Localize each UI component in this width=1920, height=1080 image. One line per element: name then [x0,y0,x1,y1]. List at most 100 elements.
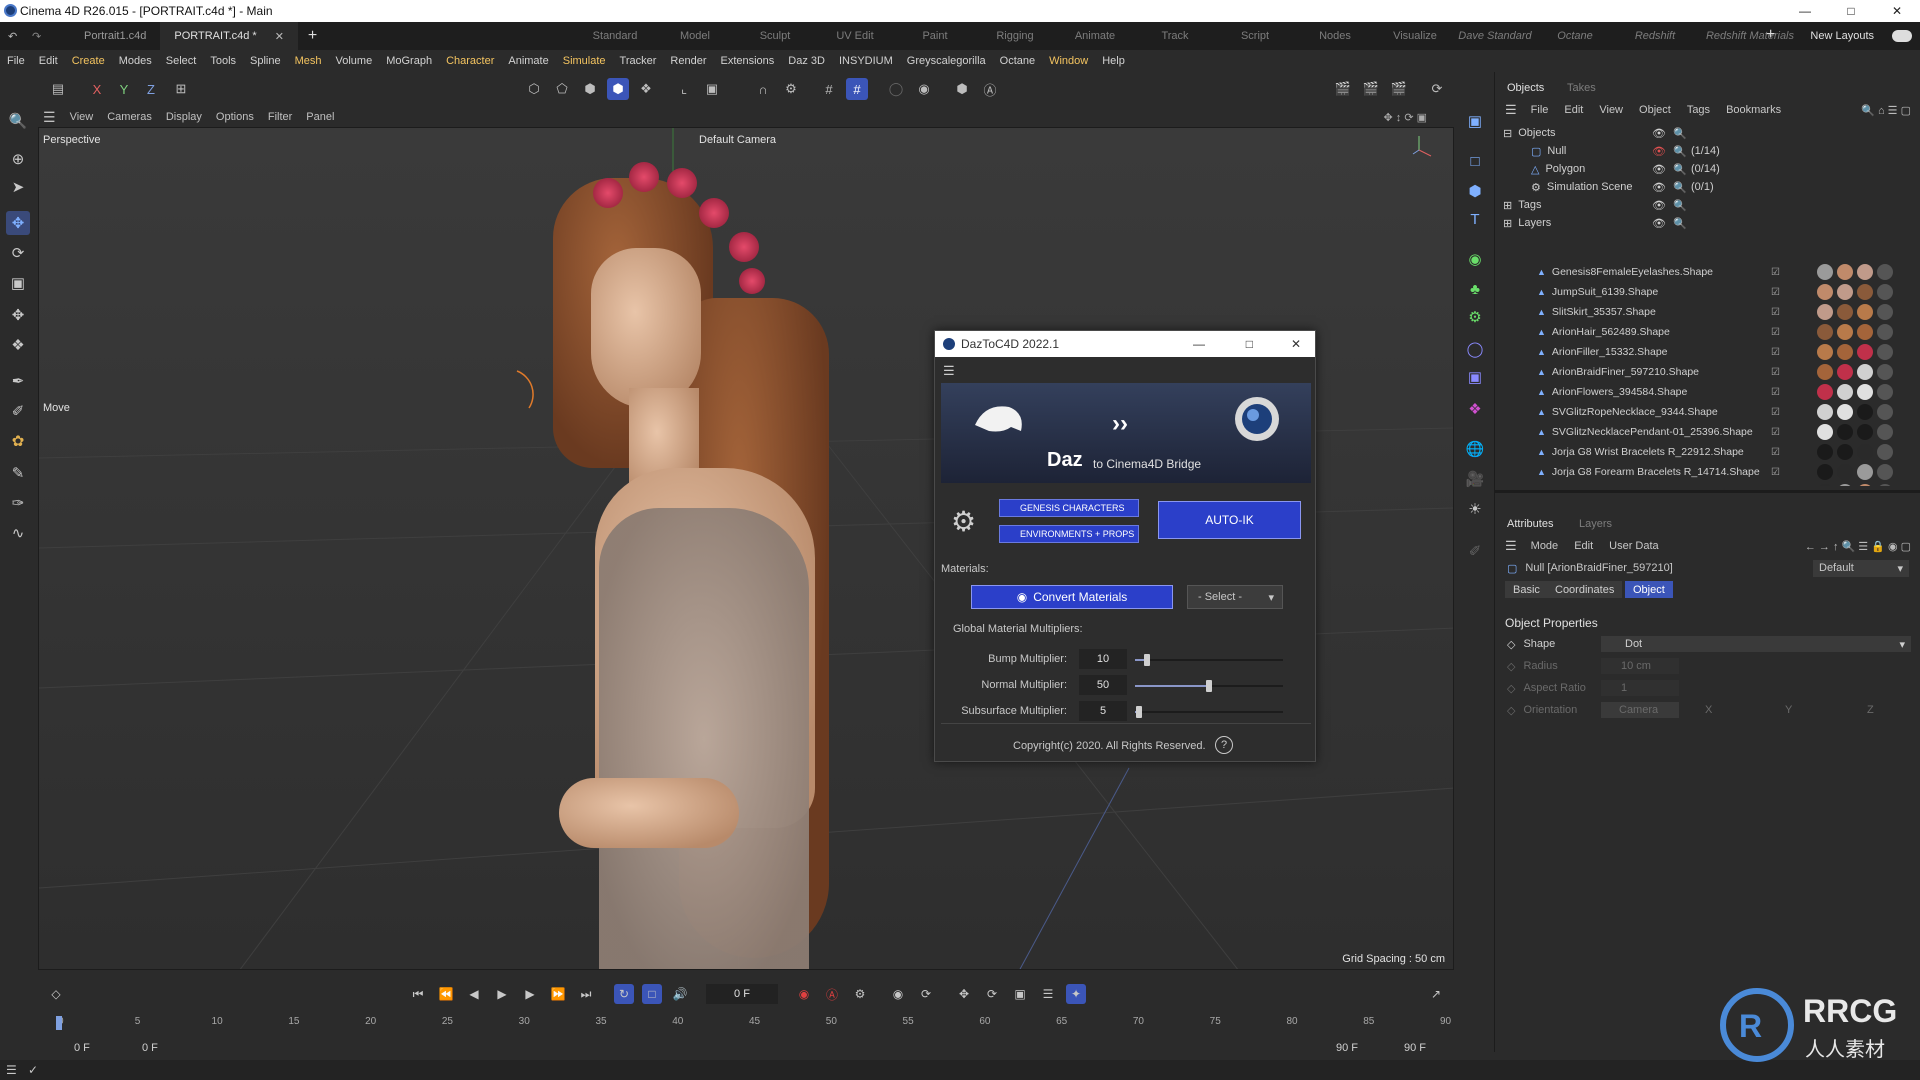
objects-search-icon[interactable]: 🔍 ⌂ ☰ ▢ [1861,104,1911,117]
objects-menu-file[interactable]: File [1531,104,1549,116]
attributes-preset-select[interactable]: Default ▾ [1813,559,1909,577]
menu-render[interactable]: Render [663,55,713,67]
multiplier-value-field[interactable]: 50 [1079,675,1127,695]
genesis-characters-button[interactable]: GENESIS CHARACTERS [999,499,1139,517]
material-tag-icon[interactable] [1877,484,1893,486]
material-tag-icon[interactable] [1817,384,1833,400]
viewport-layout-icon[interactable]: ▣ [1463,109,1487,133]
tree-null[interactable]: ▢ Null 👁 🔍 (1/14) [1495,142,1920,160]
prop-orientation[interactable]: ◇ Orientation Camera X Y Z [1495,701,1920,719]
attributes-nav-icons[interactable]: ← → ↑ 🔍 ☰ 🔒 ◉ ▢ [1805,540,1911,553]
prop-radius[interactable]: ◇ Radius 10 cm [1495,657,1920,675]
redshift-icon[interactable]: ⬢ [951,78,973,100]
tree-layers[interactable]: ⊞ Layers 👁 🔍 [1495,214,1920,232]
multiplier-value-field[interactable]: 5 [1079,701,1127,721]
move-tool-icon[interactable]: ✥ [6,211,30,235]
material-tag-icon[interactable] [1877,384,1893,400]
dialog-close-icon[interactable]: ✕ [1291,337,1301,351]
material-tag-icon[interactable] [1877,404,1893,420]
objects-menu-bookmarks[interactable]: Bookmarks [1726,104,1781,116]
octane-icon[interactable]: Ⓐ [979,78,1001,100]
cube-primitive-icon[interactable]: □ [1463,149,1487,173]
objects-menu-tags[interactable]: Tags [1687,104,1710,116]
layer-checkbox-icon[interactable]: ☑ [1771,467,1780,478]
visibility-eye-icon[interactable]: 👁 [1652,127,1666,140]
tab-takes[interactable]: Takes [1567,82,1596,94]
layer-checkbox-icon[interactable]: ☑ [1771,447,1780,458]
layer-checkbox-icon[interactable]: ☑ [1771,367,1780,378]
menu-greyscalegorilla[interactable]: Greyscalegorilla [900,55,993,67]
layout-tab[interactable]: Redshift [1615,30,1695,42]
attributes-menu-user-data[interactable]: User Data [1609,540,1659,552]
material-tag-icon[interactable] [1877,344,1893,360]
convert-materials-button[interactable]: ◉ Convert Materials [971,585,1173,609]
material-tag-icon[interactable] [1837,324,1853,340]
environment-icon[interactable]: 🌐 [1463,437,1487,461]
placement-tool-icon[interactable]: ✥ [6,303,30,327]
material-tag-icon[interactable] [1877,324,1893,340]
material-tag-icon[interactable] [1817,424,1833,440]
aspect-ratio-field[interactable]: 1 [1601,680,1679,696]
menu-help[interactable]: Help [1095,55,1132,67]
tab-attributes[interactable]: Attributes [1507,518,1553,530]
render-view-icon[interactable]: 🎬 [1332,78,1354,100]
layout-tab[interactable]: Script [1215,30,1295,42]
workplane-icon[interactable]: # [846,78,868,100]
layout-tab[interactable]: Track [1135,30,1215,42]
refresh-icon[interactable]: ⟳ [1426,78,1448,100]
material-tag-icon[interactable] [1877,304,1893,320]
attributes-tab-coordinates[interactable]: Coordinates [1547,581,1623,598]
tree-polygon[interactable]: △ Polygon 👁 🔍 (0/14) [1495,160,1920,178]
minimize-icon[interactable]: — [1782,0,1828,22]
tab-portrait1[interactable]: Portrait1.c4d [70,22,160,50]
attributes-hamburger-icon[interactable]: ☰ [1505,538,1517,554]
object-mode-icon[interactable]: ⬢ [607,78,629,100]
search-tool-icon[interactable]: 🔍 [6,109,30,133]
viewport-menu-panel[interactable]: Panel [299,111,341,123]
redo-icon[interactable]: ↷ [32,30,50,43]
new-layouts-button[interactable]: New Layouts [1810,22,1874,50]
orientation-field[interactable]: Camera [1601,702,1679,718]
tree-objects-root[interactable]: ⊟ Objects 👁 🔍 [1495,124,1920,142]
material-tag-icon[interactable] [1857,304,1873,320]
timeline-playhead[interactable] [56,1016,62,1030]
list-item[interactable]: ▲ SlitSkirt_35357.Shape ☑ [1495,302,1920,322]
render-region-icon[interactable]: ◉ [913,78,935,100]
help-icon[interactable]: ? [1215,736,1233,754]
layout-tab[interactable]: Nodes [1295,30,1375,42]
objects-hamburger-icon[interactable]: ☰ [1505,102,1517,118]
visibility-eye-icon[interactable]: 👁 [1652,181,1666,194]
dialog-menu-icon[interactable]: ☰ [943,363,955,379]
slider-knob[interactable] [1136,706,1143,718]
viewport-menu-filter[interactable]: Filter [261,111,299,123]
edges-mode-icon[interactable]: ⬠ [551,78,573,100]
layer-checkbox-icon[interactable]: ☑ [1771,407,1780,418]
light-icon[interactable]: ☀ [1463,497,1487,521]
timeline-ruler[interactable]: 051015202530354045505560657075808590 [36,970,1454,1060]
attributes-menu-mode[interactable]: Mode [1531,540,1559,552]
material-tag-icon[interactable] [1857,484,1873,486]
tree-simulation-scene[interactable]: ⚙ Simulation Scene 👁 🔍 (0/1) [1495,178,1920,196]
layout-tab[interactable]: Rigging [975,30,1055,42]
list-item[interactable]: ▲Jorja Beaded Hoop L.Shape☑ [1495,482,1920,486]
x-axis-toggle[interactable]: X [86,78,108,100]
timeline-preview-end-field[interactable]: 90 F [1336,1042,1358,1054]
solo-search-icon[interactable]: 🔍 [1673,217,1687,230]
layer-checkbox-icon[interactable]: ☑ [1771,427,1780,438]
material-tag-icon[interactable] [1837,284,1853,300]
polygons-mode-icon[interactable]: ⬢ [579,78,601,100]
y-axis-toggle[interactable]: Y [113,78,135,100]
pen-icon[interactable]: ✐ [1463,539,1487,563]
prop-shape[interactable]: ◇ Shape Dot ▾ [1495,635,1920,653]
multiplier-slider[interactable] [1135,654,1283,666]
menu-daz-3d[interactable]: Daz 3D [781,55,832,67]
viewport-hamburger-icon[interactable]: ☰ [36,109,63,126]
prop-aspect-ratio[interactable]: ◇ Aspect Ratio 1 [1495,679,1920,697]
slider-knob[interactable] [1143,654,1150,666]
grid-icon[interactable]: # [818,78,840,100]
material-tag-icon[interactable] [1837,264,1853,280]
menu-volume[interactable]: Volume [329,55,380,67]
render-settings-icon[interactable]: 🎬 [1388,78,1410,100]
dialog-minimize-icon[interactable]: — [1193,337,1205,351]
layout-tab[interactable]: Sculpt [735,30,815,42]
